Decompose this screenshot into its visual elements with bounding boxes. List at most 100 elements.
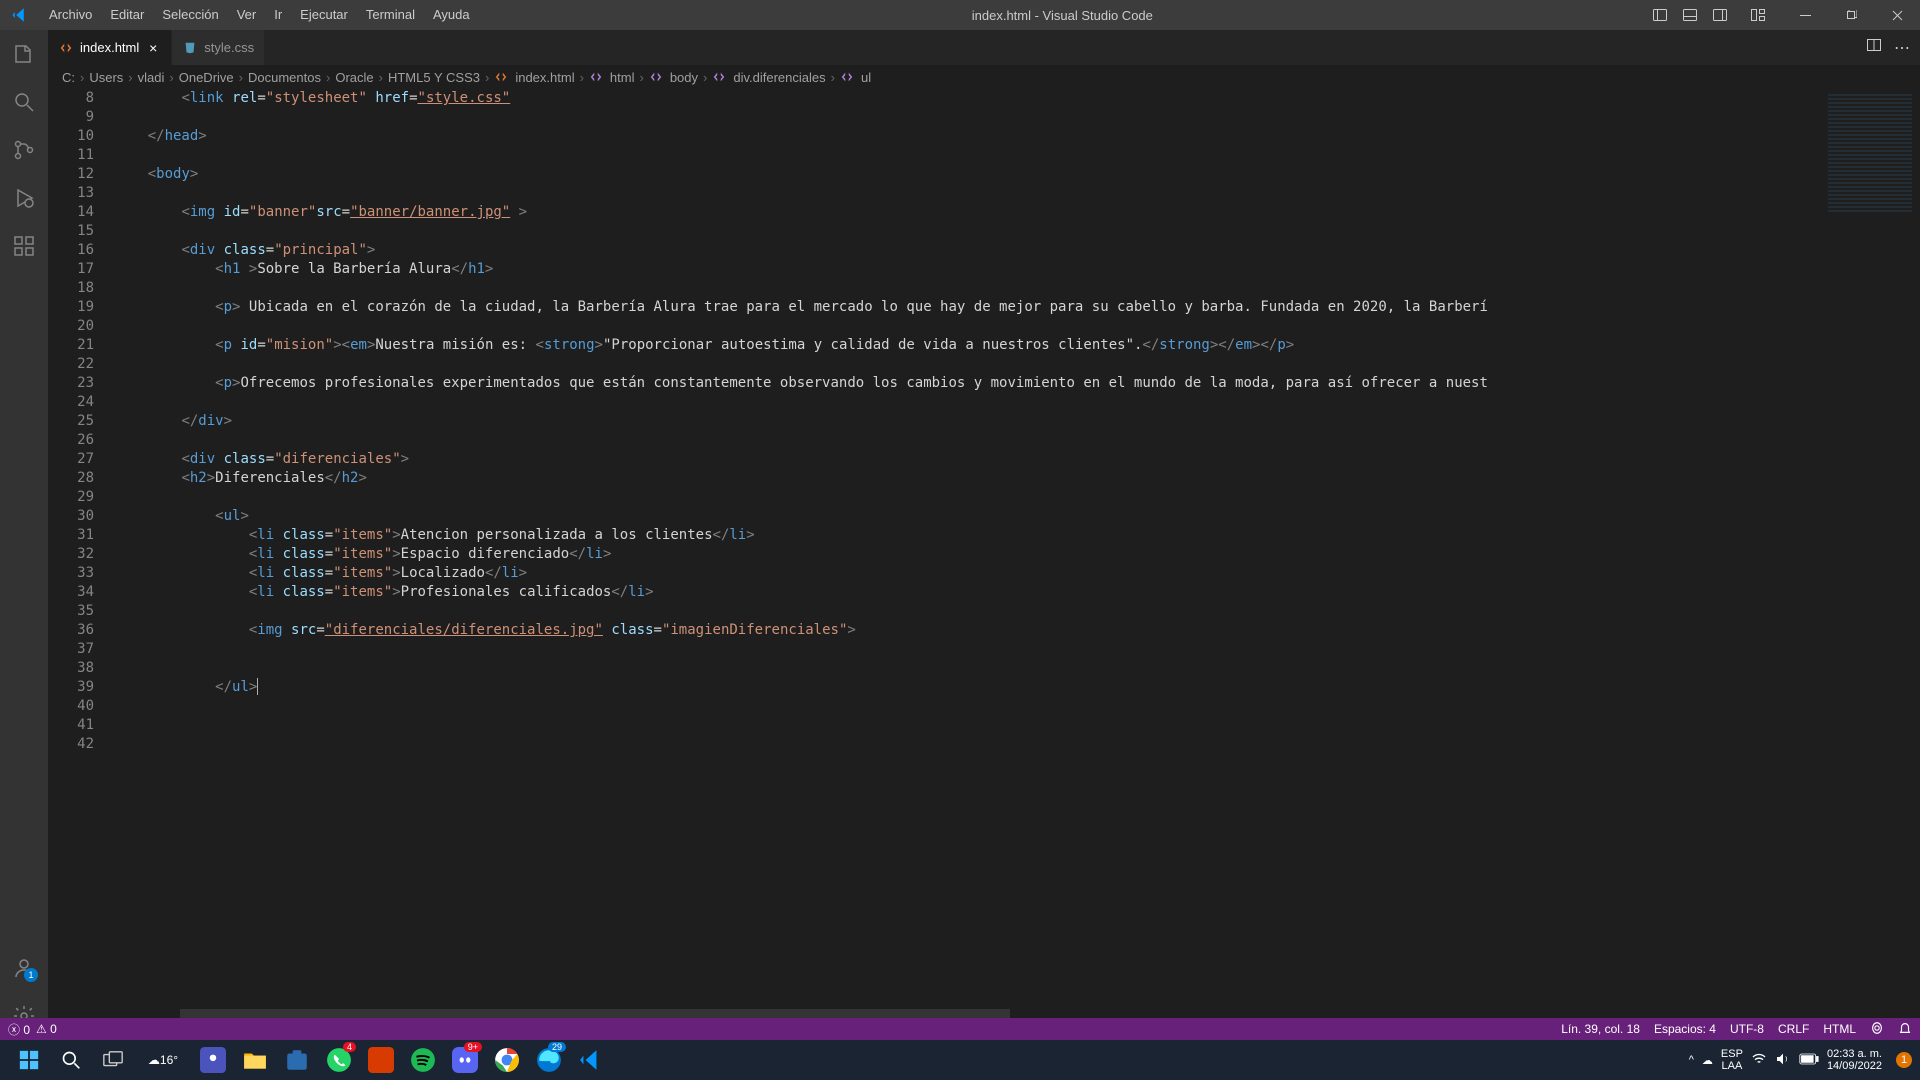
crumb[interactable]: vladi xyxy=(138,70,165,85)
chevron-right-icon: › xyxy=(703,70,707,85)
crumb[interactable]: Users xyxy=(89,70,123,85)
toggle-panel-left-icon[interactable] xyxy=(1646,0,1674,30)
notifications-icon[interactable] xyxy=(1898,1021,1912,1038)
toggle-panel-bottom-icon[interactable] xyxy=(1676,0,1704,30)
chevron-right-icon: › xyxy=(326,70,330,85)
status-bar: ⓧ 0 ⚠ 0 Lín. 39, col. 18 Espacios: 4 UTF… xyxy=(0,1018,1920,1040)
menu-bar: Archivo Editar Selección Ver Ir Ejecutar… xyxy=(40,0,479,30)
extensions-icon[interactable] xyxy=(0,222,48,270)
minimize-button[interactable] xyxy=(1782,0,1828,30)
crumb[interactable]: body xyxy=(649,70,698,85)
crumb[interactable]: ul xyxy=(840,70,871,85)
eol-status[interactable]: CRLF xyxy=(1778,1022,1809,1036)
menu-terminal[interactable]: Terminal xyxy=(357,0,424,30)
language-indicator[interactable]: ESPLAA xyxy=(1721,1048,1743,1072)
chevron-right-icon: › xyxy=(128,70,132,85)
chevron-right-icon: › xyxy=(831,70,835,85)
html-file-icon xyxy=(58,40,74,56)
wifi-tray-icon[interactable] xyxy=(1751,1051,1767,1070)
line-numbers: 8910111213141516171819202122232425262728… xyxy=(48,89,114,1021)
menu-ir[interactable]: Ir xyxy=(265,0,291,30)
run-debug-icon[interactable] xyxy=(0,174,48,222)
taskbar: ☁ 16° 4 9+ 29 ^ ☁ ESPLAA 02:33 a. m.14/0… xyxy=(0,1040,1920,1080)
file-explorer-icon[interactable] xyxy=(234,1040,276,1080)
tab-label: style.css xyxy=(204,40,254,55)
activity-bar: 1 xyxy=(0,30,48,1040)
onedrive-tray-icon[interactable]: ☁ xyxy=(1702,1054,1713,1067)
layout-controls xyxy=(1646,0,1772,30)
chevron-right-icon: › xyxy=(169,70,173,85)
live-preview-icon[interactable] xyxy=(1870,1021,1884,1038)
customize-layout-icon[interactable] xyxy=(1744,0,1772,30)
task-view-button[interactable] xyxy=(92,1040,134,1080)
source-control-icon[interactable] xyxy=(0,126,48,174)
window-controls xyxy=(1782,0,1920,30)
tray-chevron-icon[interactable]: ^ xyxy=(1689,1054,1694,1066)
chevron-right-icon: › xyxy=(580,70,584,85)
weather-widget[interactable]: ☁ 16° xyxy=(134,1040,192,1080)
menu-ejecutar[interactable]: Ejecutar xyxy=(291,0,357,30)
indent-status[interactable]: Espacios: 4 xyxy=(1654,1022,1716,1036)
clock[interactable]: 02:33 a. m.14/09/2022 xyxy=(1827,1048,1888,1072)
microsoft-store-icon[interactable] xyxy=(276,1040,318,1080)
menu-ver[interactable]: Ver xyxy=(228,0,266,30)
taskbar-app[interactable] xyxy=(192,1040,234,1080)
taskbar-app[interactable] xyxy=(360,1040,402,1080)
accounts-badge: 1 xyxy=(24,968,38,982)
editor[interactable]: 8910111213141516171819202122232425262728… xyxy=(48,89,1920,1021)
editor-tabs: index.html × style.css ⋯ xyxy=(48,30,1920,65)
minimap[interactable] xyxy=(1820,89,1920,1021)
discord-icon[interactable]: 9+ xyxy=(444,1040,486,1080)
chevron-right-icon: › xyxy=(239,70,243,85)
close-button[interactable] xyxy=(1874,0,1920,30)
crumb[interactable]: OneDrive xyxy=(179,70,234,85)
maximize-button[interactable] xyxy=(1828,0,1874,30)
notification-center-icon[interactable]: 1 xyxy=(1896,1052,1912,1068)
more-actions-icon[interactable]: ⋯ xyxy=(1894,38,1910,58)
warnings-icon[interactable]: ⚠ 0 xyxy=(36,1022,57,1036)
crumb[interactable]: index.html xyxy=(494,70,574,85)
edge-icon[interactable]: 29 xyxy=(528,1040,570,1080)
crumb[interactable]: Oracle xyxy=(335,70,373,85)
toggle-panel-right-icon[interactable] xyxy=(1706,0,1734,30)
start-button[interactable] xyxy=(8,1040,50,1080)
vscode-logo xyxy=(0,6,40,24)
menu-editar[interactable]: Editar xyxy=(101,0,153,30)
chevron-right-icon: › xyxy=(485,70,489,85)
menu-archivo[interactable]: Archivo xyxy=(40,0,101,30)
title-bar: Archivo Editar Selección Ver Ir Ejecutar… xyxy=(0,0,1920,30)
css-file-icon xyxy=(182,40,198,56)
chevron-right-icon: › xyxy=(639,70,643,85)
encoding-status[interactable]: UTF-8 xyxy=(1730,1022,1764,1036)
accounts-icon[interactable]: 1 xyxy=(0,944,48,992)
chrome-icon[interactable] xyxy=(486,1040,528,1080)
language-mode[interactable]: HTML xyxy=(1823,1022,1856,1036)
spotify-icon[interactable] xyxy=(402,1040,444,1080)
search-button[interactable] xyxy=(50,1040,92,1080)
crumb[interactable]: HTML5 Y CSS3 xyxy=(388,70,480,85)
explorer-icon[interactable] xyxy=(0,30,48,78)
code-area[interactable]: <link rel="stylesheet" href="style.css" … xyxy=(114,89,1820,1021)
whatsapp-icon[interactable]: 4 xyxy=(318,1040,360,1080)
crumb[interactable]: Documentos xyxy=(248,70,321,85)
menu-ayuda[interactable]: Ayuda xyxy=(424,0,479,30)
volume-tray-icon[interactable] xyxy=(1775,1051,1791,1070)
tab-style-css[interactable]: style.css xyxy=(172,30,265,65)
menu-seleccion[interactable]: Selección xyxy=(153,0,227,30)
chevron-right-icon: › xyxy=(80,70,84,85)
chevron-right-icon: › xyxy=(379,70,383,85)
errors-icon[interactable]: ⓧ 0 xyxy=(8,1021,30,1038)
breadcrumb[interactable]: C:› Users› vladi› OneDrive› Documentos› … xyxy=(48,65,1920,89)
search-icon[interactable] xyxy=(0,78,48,126)
crumb[interactable]: div.diferenciales xyxy=(712,70,825,85)
crumb[interactable]: html xyxy=(589,70,635,85)
vscode-taskbar-icon[interactable] xyxy=(570,1040,612,1080)
tab-label: index.html xyxy=(80,40,139,55)
window-title: index.html - Visual Studio Code xyxy=(479,8,1646,23)
cursor-position[interactable]: Lín. 39, col. 18 xyxy=(1561,1022,1640,1036)
tab-index-html[interactable]: index.html × xyxy=(48,30,172,65)
battery-tray-icon[interactable] xyxy=(1799,1053,1819,1068)
split-editor-icon[interactable] xyxy=(1866,37,1882,58)
crumb[interactable]: C: xyxy=(62,70,75,85)
tab-close-icon[interactable]: × xyxy=(145,40,161,56)
